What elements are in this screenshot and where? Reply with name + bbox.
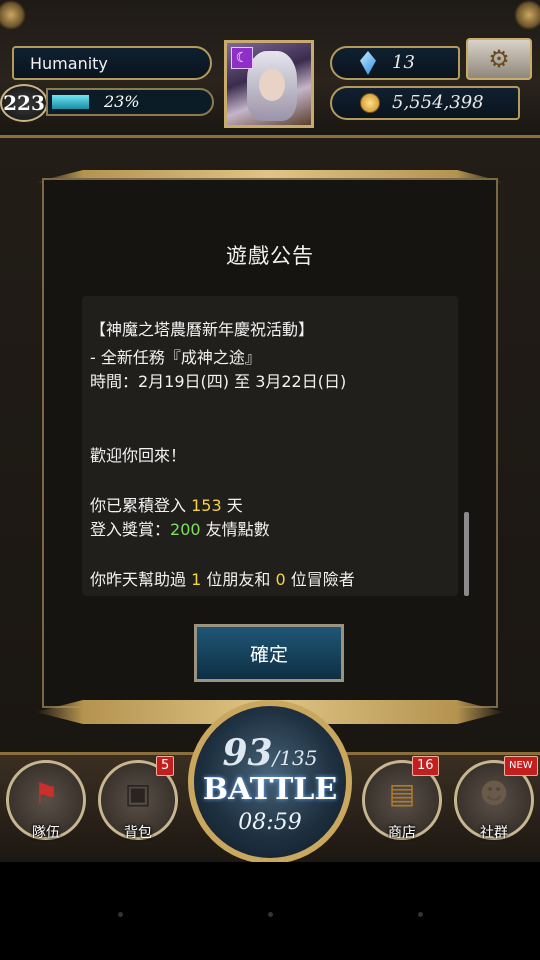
team-label: 隊伍 [32, 825, 60, 841]
coin-counter: 5,554,398 [330, 86, 520, 120]
coin-icon [360, 93, 380, 113]
player-name-plate[interactable]: Humanity [12, 46, 212, 80]
confirm-button[interactable]: 確定 [194, 624, 344, 682]
shop-label: 商店 [388, 825, 416, 841]
social-label: 社群 [480, 825, 508, 841]
nav-dot-icon[interactable] [118, 912, 123, 917]
gem-icon [360, 51, 376, 75]
announcement-text-panel[interactable]: 【神魔之塔農曆新年慶祝活動】 - 全新任務『成神之途』 時間：2月19日(四) … [82, 296, 458, 596]
login-days-line: 你已累積登入 153 天 [90, 496, 243, 515]
battle-button[interactable]: 93/135 BATTLE 08:59 [188, 700, 352, 864]
social-new-badge: NEW [504, 756, 538, 776]
login-reward-value: 200 [170, 520, 201, 539]
top-status-bar: Humanity 223 23% ☾ 13 5,554,398 ⚙ [0, 0, 540, 138]
coin-count: 5,554,398 [392, 92, 484, 113]
player-level-badge: 223 [0, 84, 48, 122]
announcement-line: 【神魔之塔農曆新年慶祝活動】 [90, 320, 315, 339]
helped-friends-line: 你昨天幫助過 1 位朋友和 0 位冒險者 [90, 570, 355, 589]
player-name: Humanity [30, 54, 108, 73]
stamina-max: /135 [272, 746, 318, 770]
system-nav-bar [0, 862, 540, 960]
announcement-line: 歡迎你回來！ [90, 446, 187, 465]
bag-label: 背包 [124, 825, 152, 841]
announcement-line: - 全新任務『成神之途』 [90, 348, 261, 367]
avatar-face [259, 69, 285, 101]
backpack-icon: ▣ [124, 777, 152, 810]
shop-badge: 16 [412, 756, 439, 776]
people-icon: ☻ [479, 777, 509, 810]
xp-progress-fill [52, 95, 89, 109]
xp-progress-bar: 23% [46, 88, 214, 116]
corner-ornament-icon [0, 0, 26, 30]
stamina-current: 93 [222, 732, 273, 774]
stamina-display: 93/135 [194, 732, 346, 774]
xp-percent-text: 23% [104, 92, 140, 111]
settings-gear-icon[interactable]: ⚙ [466, 38, 532, 80]
helped-friends-value: 1 [191, 570, 202, 589]
gem-count: 13 [392, 52, 415, 73]
crescent-moon-icon: ☾ [231, 47, 253, 69]
player-avatar[interactable]: ☾ [224, 40, 314, 128]
stamina-timer: 08:59 [238, 810, 302, 835]
corner-ornament-icon [514, 0, 540, 30]
nav-dot-icon[interactable] [268, 912, 273, 917]
login-reward-line: 登入獎賞：200 友情點數 [90, 520, 270, 539]
helped-adventurers-value: 0 [275, 570, 286, 589]
login-days-value: 153 [191, 496, 222, 515]
announcement-line: 時間：2月19日(四) 至 3月22日(日) [90, 372, 347, 391]
red-flag-icon: ⚑ [33, 777, 59, 810]
nav-dot-icon[interactable] [418, 912, 423, 917]
treasure-chest-icon: ▤ [388, 777, 416, 810]
battle-label: BATTLE [202, 772, 338, 807]
gem-counter[interactable]: 13 [330, 46, 460, 80]
bag-badge: 5 [156, 756, 175, 776]
announcement-scrollbar[interactable] [464, 512, 469, 596]
dialog-title: 遊戲公告 [226, 244, 314, 268]
